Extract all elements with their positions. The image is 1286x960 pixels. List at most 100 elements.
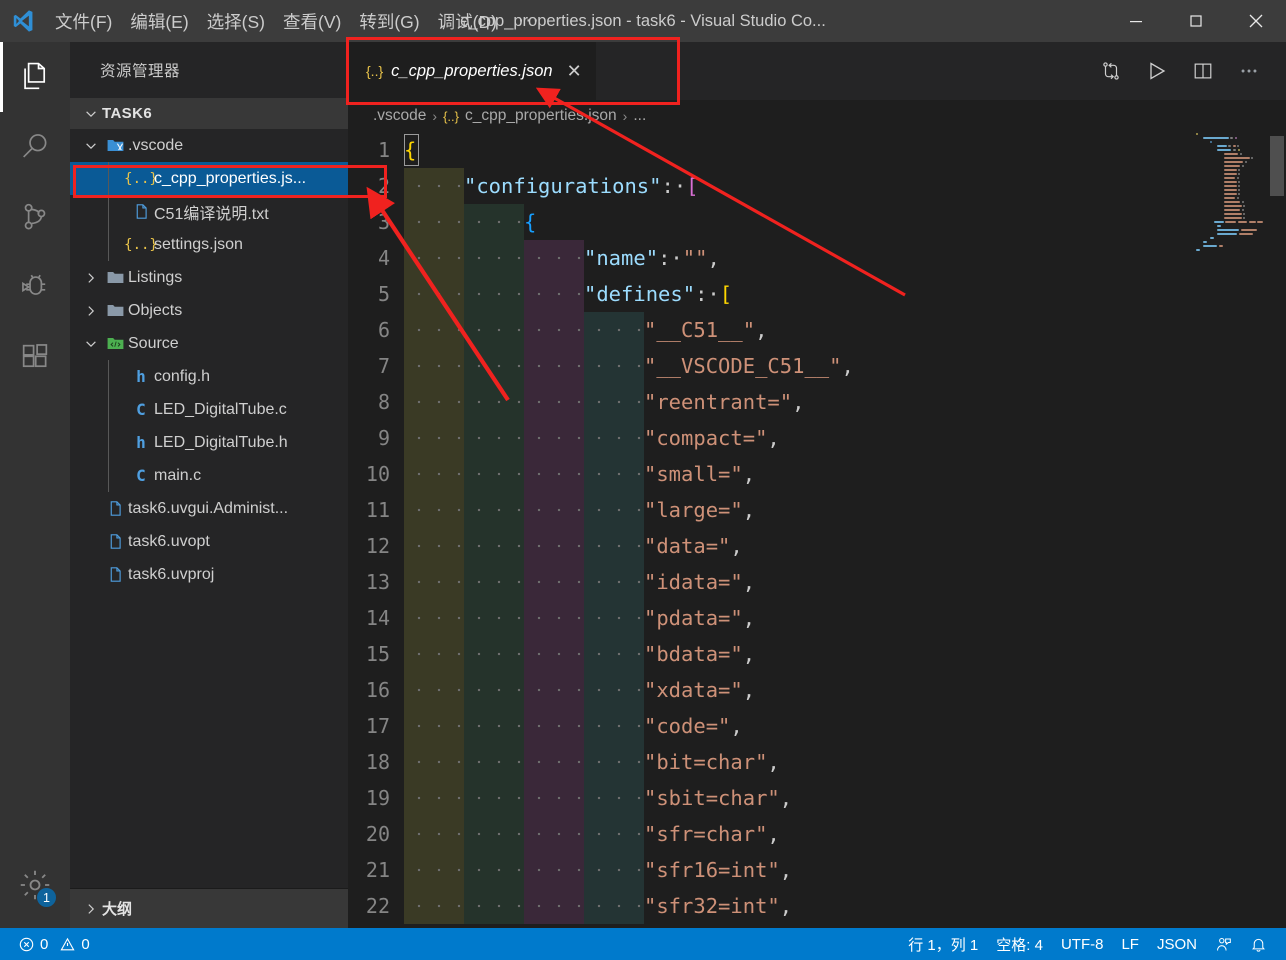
tree-item-source[interactable]: Source bbox=[70, 327, 348, 360]
code-line[interactable]: 17 "code=", bbox=[348, 708, 1286, 744]
code-line[interactable]: 13 "idata=", bbox=[348, 564, 1286, 600]
activity-debug[interactable] bbox=[0, 252, 70, 322]
chevron-down-icon[interactable] bbox=[80, 139, 102, 153]
close-button[interactable] bbox=[1226, 0, 1286, 42]
tree-item-task6-uvopt[interactable]: task6.uvopt bbox=[70, 525, 348, 558]
chevron-right-icon[interactable] bbox=[80, 271, 102, 285]
explorer-root-header[interactable]: TASK6 bbox=[70, 98, 348, 129]
menu-debug[interactable]: 调试(D) bbox=[429, 0, 506, 42]
line-number: 22 bbox=[365, 894, 390, 918]
tree-item-led-digitaltube-c[interactable]: C LED_DigitalTube.c bbox=[70, 393, 348, 426]
code-line-content: "name":·"", bbox=[404, 240, 1286, 276]
activity-extensions[interactable] bbox=[0, 322, 70, 392]
status-bell-icon[interactable] bbox=[1241, 928, 1276, 960]
tree-item-main-c[interactable]: Cmain.c bbox=[70, 459, 348, 492]
tree-item-task6-uvgui-administ[interactable]: task6.uvgui.Administ... bbox=[70, 492, 348, 525]
vscode-window: 文件(F) 编辑(E) 选择(S) 查看(V) 转到(G) 调试(D) ··· … bbox=[0, 0, 1286, 960]
tab-close-icon[interactable]: ✕ bbox=[567, 61, 582, 82]
status-indentation[interactable]: 空格: 4 bbox=[987, 928, 1052, 960]
activity-search[interactable] bbox=[0, 112, 70, 182]
code-tokens: "reentrant=", bbox=[644, 390, 805, 414]
tab-c-cpp-properties-json[interactable]: {..} c_cpp_properties.json ✕ bbox=[348, 42, 597, 100]
code-line-content: "data=", bbox=[404, 528, 1286, 564]
menu-overflow-button[interactable]: ··· bbox=[506, 0, 552, 42]
split-editor-icon[interactable] bbox=[1180, 42, 1226, 100]
menu-edit[interactable]: 编辑(E) bbox=[121, 0, 197, 42]
breadcrumb-file[interactable]: c_cpp_properties.json bbox=[465, 107, 617, 125]
code-line[interactable]: 18 "bit=char", bbox=[348, 744, 1286, 780]
text-file-icon bbox=[128, 203, 154, 220]
status-encoding[interactable]: UTF-8 bbox=[1052, 928, 1113, 960]
minimize-button[interactable] bbox=[1106, 0, 1166, 42]
tree-item-led-digitaltube-h[interactable]: h LED_DigitalTube.h bbox=[70, 426, 348, 459]
code-line[interactable]: 9 "compact=", bbox=[348, 420, 1286, 456]
code-line[interactable]: 10 "small=", bbox=[348, 456, 1286, 492]
menu-go[interactable]: 转到(G) bbox=[350, 0, 428, 42]
minimap-slider[interactable] bbox=[1270, 136, 1284, 196]
code-line[interactable]: 19 "sbit=char", bbox=[348, 780, 1286, 816]
code-line[interactable]: 12 "data=", bbox=[348, 528, 1286, 564]
breadcrumb-more[interactable]: ... bbox=[633, 107, 646, 125]
code-line[interactable]: 14 "pdata=", bbox=[348, 600, 1286, 636]
activity-source-control[interactable] bbox=[0, 182, 70, 252]
code-line[interactable]: 6 "__C51__", bbox=[348, 312, 1286, 348]
code-line[interactable]: 15 "bdata=", bbox=[348, 636, 1286, 672]
indent-guide-block bbox=[584, 492, 644, 528]
line-number: 19 bbox=[365, 786, 390, 810]
menu-selection[interactable]: 选择(S) bbox=[198, 0, 274, 42]
status-problems[interactable]: 0 0 bbox=[10, 928, 99, 960]
code-line[interactable]: 5 "defines":·[ bbox=[348, 276, 1286, 312]
breadcrumb-folder[interactable]: .vscode bbox=[373, 107, 426, 125]
tree-item-settings-json[interactable]: {..} settings.json bbox=[70, 228, 348, 261]
tree-item-c-cpp-properties-js[interactable]: {..} c_cpp_properties.js... bbox=[70, 162, 348, 195]
text-file-icon bbox=[102, 533, 128, 550]
sidebar: 资源管理器 TASK6 .vscode {..} c_cpp_properties.… bbox=[70, 42, 348, 928]
tree-item-config-h[interactable]: h config.h bbox=[70, 360, 348, 393]
activity-settings[interactable]: 1 bbox=[0, 850, 70, 920]
minimap-scrollbar[interactable] bbox=[1264, 132, 1286, 928]
code-line[interactable]: 7 "__VSCODE_C51__", bbox=[348, 348, 1286, 384]
code-line[interactable]: 22 "sfr32=int", bbox=[348, 888, 1286, 924]
code-line[interactable]: 1{ bbox=[348, 132, 1286, 168]
code-line[interactable]: 3{ bbox=[348, 204, 1286, 240]
code-line-content: "defines":·[ bbox=[404, 276, 1286, 312]
run-icon[interactable] bbox=[1134, 42, 1180, 100]
maximize-button[interactable] bbox=[1166, 0, 1226, 42]
warning-icon bbox=[60, 937, 75, 950]
menu-view[interactable]: 查看(V) bbox=[274, 0, 350, 42]
code-line[interactable]: 21 "sfr16=int", bbox=[348, 852, 1286, 888]
menu-file[interactable]: 文件(F) bbox=[46, 0, 121, 42]
indent-guide-block bbox=[524, 672, 584, 708]
chevron-down-icon[interactable] bbox=[80, 337, 102, 351]
code-line-content: "code=", bbox=[404, 708, 1286, 744]
breadcrumb-json-icon: {..} bbox=[443, 108, 460, 124]
code-line[interactable]: 4 "name":·"", bbox=[348, 240, 1286, 276]
outline-panel-header[interactable]: 大纲 bbox=[70, 888, 348, 928]
status-eol[interactable]: LF bbox=[1112, 928, 1148, 960]
code-line-content: "pdata=", bbox=[404, 600, 1286, 636]
line-number: 11 bbox=[365, 498, 390, 522]
tree-item-listings[interactable]: Listings bbox=[70, 261, 348, 294]
status-feedback-icon[interactable] bbox=[1206, 928, 1241, 960]
status-language-mode[interactable]: JSON bbox=[1148, 928, 1206, 960]
indent-guide-block bbox=[404, 240, 464, 276]
status-cursor-position[interactable]: 行 1，列 1 bbox=[899, 928, 987, 960]
code-line[interactable]: 2 "configurations":·[ bbox=[348, 168, 1286, 204]
line-number: 1 bbox=[377, 138, 390, 162]
activity-explorer[interactable] bbox=[0, 42, 70, 112]
minimap[interactable] bbox=[1192, 132, 1264, 928]
code-line[interactable]: 20 "sfr=char", bbox=[348, 816, 1286, 852]
file-tree[interactable]: .vscode {..} c_cpp_properties.js... C51编译说明… bbox=[70, 129, 348, 888]
more-actions-icon[interactable] bbox=[1226, 42, 1272, 100]
compare-changes-icon[interactable] bbox=[1088, 42, 1134, 100]
code-line-content: "compact=", bbox=[404, 420, 1286, 456]
code-editor[interactable]: 1{2 "configurations":·[3{4 "name":·"", 5 "de… bbox=[348, 132, 1286, 928]
code-line[interactable]: 16 "xdata=", bbox=[348, 672, 1286, 708]
chevron-right-icon[interactable] bbox=[80, 304, 102, 318]
tree-item-vscode[interactable]: .vscode bbox=[70, 129, 348, 162]
code-line[interactable]: 11 "large=", bbox=[348, 492, 1286, 528]
code-line[interactable]: 8 "reentrant=", bbox=[348, 384, 1286, 420]
tree-item-c51-txt[interactable]: C51编译说明.txt bbox=[70, 195, 348, 228]
tree-item-task6-uvproj[interactable]: task6.uvproj bbox=[70, 558, 348, 591]
tree-item-objects[interactable]: Objects bbox=[70, 294, 348, 327]
